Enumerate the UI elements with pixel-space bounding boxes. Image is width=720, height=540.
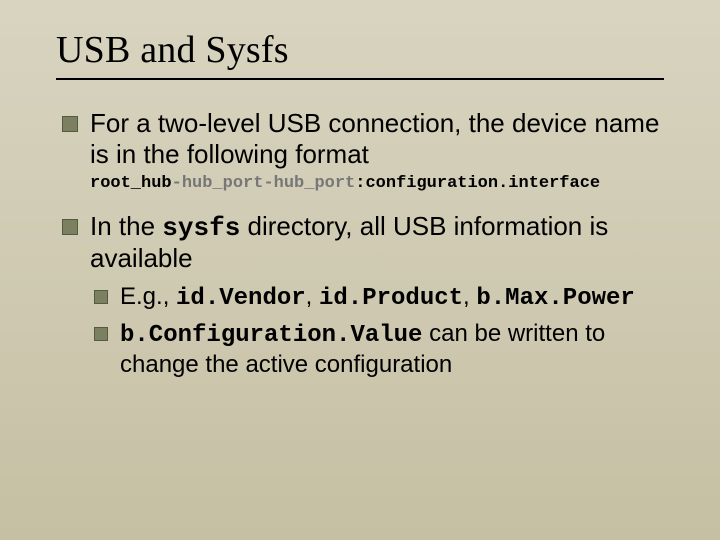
slide: USB and Sysfs For a two-level USB connec… — [0, 0, 720, 540]
title-underline — [56, 78, 664, 80]
bullet-text: For a two-level USB connection, the devi… — [90, 108, 659, 169]
bconfigurationvalue-label: b.Configuration.Value — [120, 322, 422, 349]
sep: , — [306, 283, 319, 310]
bullet-item: For a two-level USB connection, the devi… — [56, 108, 664, 195]
idvendor-label: id.Vendor — [176, 285, 306, 312]
sub-bullet-item: b.Configuration.Value can be written to … — [90, 319, 664, 380]
code-format-line: root_hub-hub_port-hub_port:configuration… — [90, 173, 664, 194]
sub-text-pre: E.g., — [120, 283, 176, 310]
code-part-roothub: root_hub — [90, 174, 172, 193]
slide-title: USB and Sysfs — [56, 28, 664, 72]
bullet-list: For a two-level USB connection, the devi… — [56, 108, 664, 380]
sub-bullet-item: E.g., id.Vendor, id.Product, b.Max.Power — [90, 282, 664, 313]
idproduct-label: id.Product — [319, 285, 463, 312]
bmaxpower-label: b.Max.Power — [476, 285, 634, 312]
bullet-item: In the sysfs directory, all USB informat… — [56, 211, 664, 380]
code-part-hubports: -hub_port-hub_port — [172, 174, 356, 193]
bullet-text-a: In the — [90, 211, 162, 241]
sep: , — [463, 283, 476, 310]
sub-bullet-list: E.g., id.Vendor, id.Product, b.Max.Power… — [90, 282, 664, 380]
code-part-config: :configuration.interface — [355, 174, 600, 193]
sysfs-label: sysfs — [162, 213, 240, 243]
